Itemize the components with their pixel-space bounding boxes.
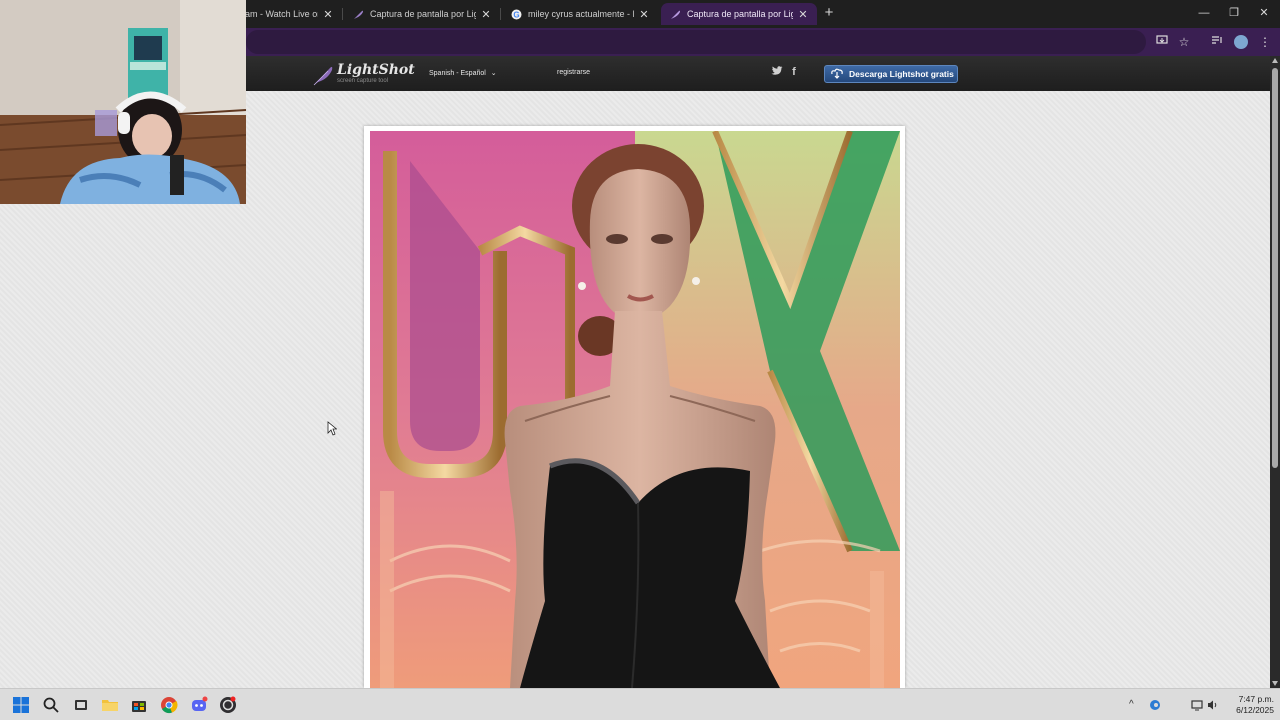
bookmark-star-icon[interactable]: ☆: [1176, 34, 1192, 50]
discord-icon[interactable]: [190, 696, 208, 714]
edge-tray-icon[interactable]: [1149, 699, 1161, 714]
search-icon[interactable]: [42, 696, 60, 714]
clock-time: 7:47 p.m.: [1238, 694, 1274, 704]
obs-icon[interactable]: [219, 696, 237, 714]
twitter-icon[interactable]: [771, 66, 783, 80]
new-tab-button[interactable]: +: [821, 5, 837, 21]
logo-tagline: screen capture tool: [337, 78, 389, 84]
chrome-icon[interactable]: [160, 696, 178, 714]
google-icon: G: [510, 8, 522, 20]
tab-close-icon[interactable]: ✕: [480, 8, 492, 21]
tab-title: miley cyrus actualmente - Busc: [528, 9, 634, 19]
download-icon: [825, 68, 849, 81]
microsoft-store-icon[interactable]: [130, 696, 148, 714]
windows-taskbar: ^ 7:47 p.m. 6/12/2025: [0, 688, 1280, 720]
language-selector[interactable]: Spanish - Español ⌄: [429, 69, 497, 77]
tab-twitch[interactable]: eam - Watch Live on ✕: [232, 3, 342, 25]
restore-button[interactable]: ❐: [1221, 4, 1247, 22]
logo-name: LightShot: [337, 62, 415, 78]
close-window-button[interactable]: ✕: [1251, 4, 1277, 22]
mouse-cursor-icon: [327, 421, 338, 441]
profile-avatar[interactable]: [1234, 35, 1248, 49]
tab-close-icon[interactable]: ✕: [638, 8, 650, 21]
install-app-icon[interactable]: [1154, 34, 1170, 50]
feather-icon: [352, 8, 364, 20]
tab-lightshot-active[interactable]: Captura de pantalla por Lightsh ✕: [661, 3, 817, 25]
scrollbar-thumb[interactable]: [1272, 68, 1278, 468]
tray-overflow-icon[interactable]: ^: [1129, 699, 1134, 710]
clock-date: 6/12/2025: [1236, 705, 1274, 715]
tab-title: Captura de pantalla por Lightsh: [370, 9, 476, 19]
tab-close-icon[interactable]: ✕: [322, 8, 334, 21]
tab-lightshot-1[interactable]: Captura de pantalla por Lightsh ✕: [344, 3, 500, 25]
more-menu-icon[interactable]: ⋮: [1257, 34, 1273, 50]
webcam-overlay: [0, 0, 246, 204]
network-icon[interactable]: [1191, 699, 1203, 714]
feather-logo-icon: [313, 66, 333, 86]
lightshot-logo[interactable]: LightShot screen capture tool: [312, 62, 415, 88]
tab-google-search[interactable]: G miley cyrus actualmente - Busc ✕: [502, 3, 658, 25]
tab-title: Captura de pantalla por Lightsh: [687, 9, 793, 19]
tab-divider: [500, 8, 501, 20]
scroll-up-arrow-icon[interactable]: [1272, 58, 1278, 63]
feather-icon: [669, 8, 681, 20]
file-explorer-icon[interactable]: [101, 696, 119, 714]
tab-title: eam - Watch Live on: [240, 9, 318, 19]
chevron-down-icon: ⌄: [490, 70, 497, 77]
scroll-down-arrow-icon[interactable]: [1272, 681, 1278, 686]
screenshot-image[interactable]: [370, 131, 900, 688]
language-label: Spanish - Español: [429, 70, 486, 77]
tab-divider: [342, 8, 343, 20]
register-link[interactable]: registrarse: [557, 69, 590, 76]
task-view-icon[interactable]: [72, 696, 90, 714]
media-controls-icon[interactable]: [1209, 34, 1225, 50]
windows-start-icon[interactable]: [12, 696, 30, 714]
download-button-label: Descarga Lightshot gratis: [849, 69, 954, 79]
svg-text:G: G: [513, 10, 519, 19]
download-lightshot-button[interactable]: Descarga Lightshot gratis: [824, 65, 958, 83]
tab-close-icon[interactable]: ✕: [797, 8, 809, 21]
scrollbar[interactable]: [1270, 56, 1280, 688]
volume-icon[interactable]: [1207, 699, 1219, 714]
system-clock[interactable]: 7:47 p.m. 6/12/2025: [1224, 694, 1274, 716]
minimize-button[interactable]: —: [1191, 4, 1217, 22]
facebook-icon[interactable]: f: [788, 66, 800, 80]
address-bar[interactable]: [246, 30, 1146, 54]
